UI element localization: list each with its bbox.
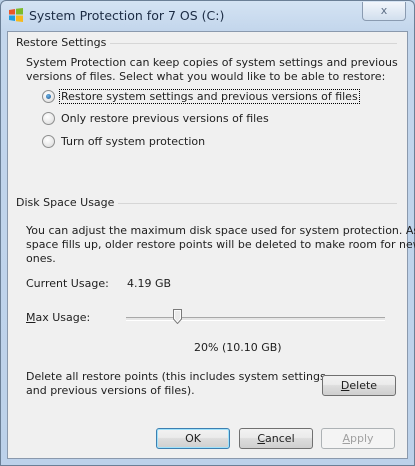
radio-button[interactable]	[42, 111, 55, 125]
cancel-button-text: ancel	[265, 432, 295, 445]
current-usage-label: Current Usage:	[26, 277, 109, 290]
radio-label[interactable]: Restore system settings and previous ver…	[59, 88, 360, 104]
disk-description-line-3: ones.	[26, 252, 56, 265]
radio-turn-off-protection[interactable]: Turn off system protection	[42, 133, 206, 149]
window-title: System Protection for 7 OS (C:)	[29, 8, 225, 23]
radio-restore-settings-and-files[interactable]: Restore system settings and previous ver…	[42, 88, 360, 104]
disk-group-title: Disk Space Usage	[16, 196, 119, 209]
apply-button-text: pply	[350, 432, 374, 445]
title-bar[interactable]: System Protection for 7 OS (C:) x	[1, 1, 414, 31]
close-icon: x	[380, 4, 388, 17]
max-usage-slider-thumb[interactable]	[173, 309, 183, 324]
radio-only-previous-versions[interactable]: Only restore previous versions of files	[42, 110, 270, 126]
restore-group-title: Restore Settings	[16, 36, 111, 49]
max-usage-label: Max Usage:	[26, 310, 90, 325]
dialog-window: System Protection for 7 OS (C:) x Restor…	[0, 0, 415, 466]
delete-button[interactable]: Delete	[322, 375, 396, 396]
disk-description-line-2: space fills up, older restore points wil…	[26, 238, 415, 251]
cancel-button-accelerator: C	[257, 432, 266, 445]
apply-button[interactable]: Apply	[321, 428, 395, 449]
max-usage-label-text: ax Usage:	[35, 311, 91, 324]
delete-description-line-2: and previous versions of files).	[26, 384, 195, 397]
disk-description-line-1: You can adjust the maximum disk space us…	[26, 224, 415, 237]
max-usage-label-accelerator: M	[26, 311, 36, 324]
apply-button-accelerator: A	[342, 432, 350, 445]
restore-description-line-2: versions of files. Select what you would…	[26, 70, 386, 83]
radio-button-selected[interactable]	[42, 89, 55, 103]
ok-button[interactable]: OK	[156, 428, 230, 449]
restore-description-line-1: System Protection can keep copies of sys…	[26, 56, 398, 69]
radio-label[interactable]: Turn off system protection	[60, 135, 206, 148]
delete-description-line-1: Delete all restore points (this includes…	[26, 370, 326, 383]
close-button[interactable]: x	[362, 2, 406, 21]
max-usage-value: 20% (10.10 GB)	[194, 341, 282, 354]
disk-group-divider	[102, 203, 397, 204]
ok-button-label: OK	[185, 432, 201, 445]
delete-button-text: elete	[349, 379, 378, 392]
dialog-content: Restore Settings System Protection can k…	[7, 31, 415, 459]
current-usage-value: 4.19 GB	[127, 277, 172, 290]
restore-group-divider	[102, 43, 397, 44]
max-usage-slider-track[interactable]	[126, 317, 385, 321]
cancel-button[interactable]: Cancel	[239, 428, 313, 449]
windows-logo-icon	[9, 8, 23, 22]
radio-button[interactable]	[42, 134, 55, 148]
radio-label[interactable]: Only restore previous versions of files	[60, 112, 270, 125]
